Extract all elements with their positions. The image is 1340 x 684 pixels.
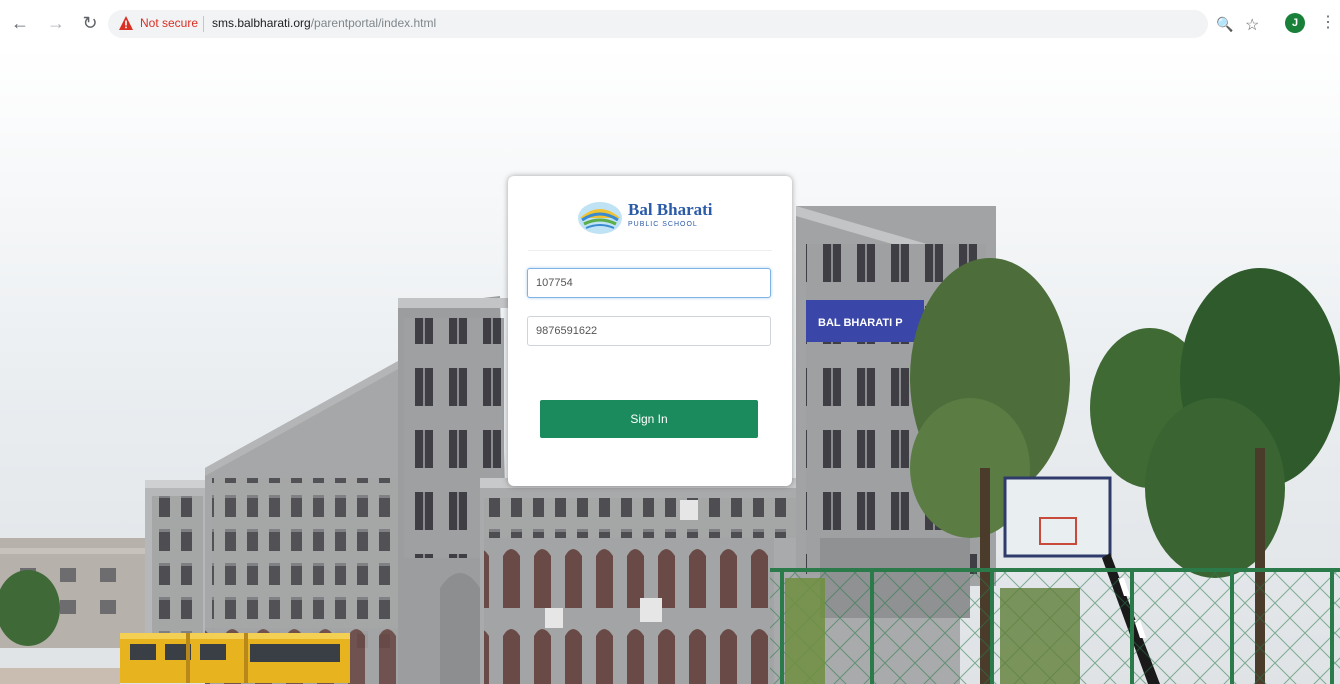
url-path: /parentportal/index.html [310, 16, 437, 30]
card-divider [528, 250, 772, 251]
star-icon[interactable]: ☆ [1245, 16, 1259, 36]
username-field[interactable] [527, 268, 771, 298]
reload-icon[interactable]: ↻ [80, 12, 100, 34]
school-name: Bal Bharati [628, 200, 713, 219]
address-bar[interactable]: Not secure sms.balbharati.org/parentport… [108, 10, 1233, 38]
profile-avatar[interactable]: J [1285, 13, 1305, 33]
security-status[interactable]: Not secure [140, 16, 198, 30]
zoom-icon[interactable]: 🔍 [1216, 14, 1233, 34]
building-banner-text: BAL BHARATI P [818, 317, 903, 329]
url-separator [203, 16, 204, 32]
forward-icon[interactable]: → [46, 12, 66, 34]
back-icon[interactable]: ← [10, 12, 30, 34]
url-text[interactable]: sms.balbharati.org/parentportal/index.ht… [212, 16, 436, 30]
browser-toolbar: ← → ↻ Not secure sms.balbharati.org/pare… [0, 0, 1340, 48]
sign-in-button[interactable]: Sign In [540, 400, 758, 438]
school-logo: Bal Bharati PUBLIC SCHOOL [576, 194, 726, 238]
more-menu-icon[interactable]: ⋮ [1320, 12, 1336, 34]
school-logo-emblem [578, 202, 622, 234]
url-host: sms.balbharati.org [212, 16, 311, 30]
school-subtitle: PUBLIC SCHOOL [628, 221, 698, 228]
login-card: Bal Bharati PUBLIC SCHOOL Sign In [508, 176, 792, 486]
login-page-background: BAL BHARATI P Bal Bharati PUBLIC SCHOOL … [0, 48, 1340, 684]
password-field[interactable] [527, 316, 771, 346]
warning-icon [119, 16, 133, 30]
